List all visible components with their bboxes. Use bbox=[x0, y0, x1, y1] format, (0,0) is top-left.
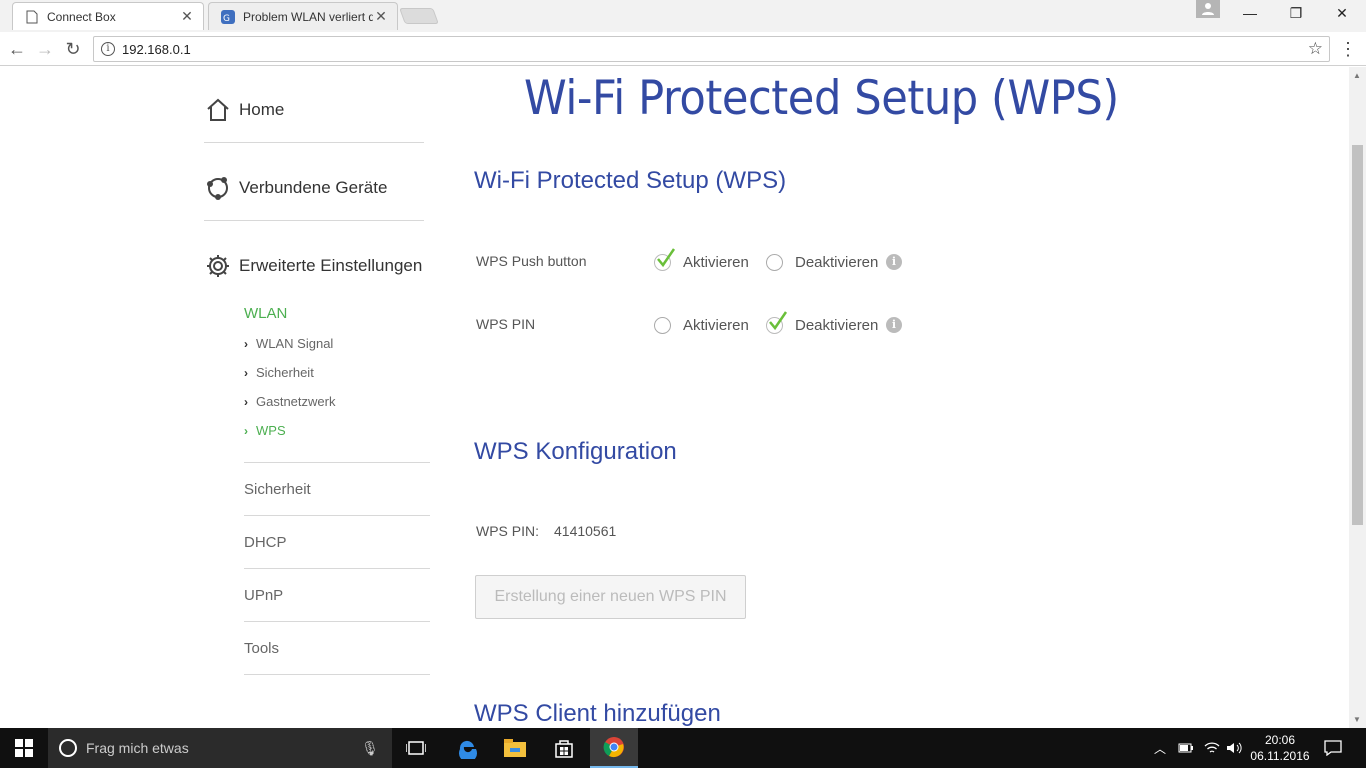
microphone-icon[interactable]: 🎙 bbox=[360, 740, 380, 757]
minimize-icon[interactable]: — bbox=[1236, 0, 1264, 26]
sidebar-item-home[interactable]: Home bbox=[204, 77, 424, 143]
clock-time: 20:06 bbox=[1264, 733, 1296, 747]
sidebar-subitem-wlan-signal[interactable]: › WLAN Signal bbox=[244, 336, 333, 351]
pin-activate-option[interactable]: Aktivieren bbox=[654, 317, 749, 334]
sidebar-item-label: Erweiterte Einstellungen bbox=[239, 256, 423, 275]
wps-pin-value: 41410561 bbox=[554, 523, 617, 539]
edge-browser-icon[interactable] bbox=[443, 728, 491, 768]
info-icon[interactable]: i bbox=[886, 254, 902, 270]
sidebar-item-tools[interactable]: Tools bbox=[244, 621, 430, 674]
notification-icon[interactable] bbox=[1324, 728, 1342, 768]
option-label: Aktivieren bbox=[683, 317, 749, 334]
radio-pin-deactivate[interactable] bbox=[766, 311, 788, 334]
scroll-down-icon[interactable]: ▼ bbox=[1353, 715, 1361, 724]
wps-pin-label: WPS PIN: bbox=[476, 523, 540, 539]
sidebar-item-upnp[interactable]: UPnP bbox=[244, 568, 430, 621]
radio-pin-activate[interactable] bbox=[654, 317, 671, 334]
reload-icon[interactable]: ↻ bbox=[62, 38, 84, 60]
scroll-up-icon[interactable]: ▲ bbox=[1353, 71, 1361, 80]
gear-icon bbox=[204, 252, 232, 280]
sidebar-item-devices[interactable]: Verbundene Geräte bbox=[204, 155, 424, 221]
sidebar-subitem-label: Sicherheit bbox=[256, 365, 314, 380]
pin-deactivate-option[interactable]: Deaktivieren bbox=[766, 311, 879, 334]
address-bar[interactable]: i 192.168.0.1 ☆ bbox=[93, 36, 1330, 62]
new-wps-pin-button[interactable]: Erstellung einer neuen WPS PIN bbox=[475, 575, 746, 619]
chrome-icon[interactable] bbox=[590, 728, 638, 768]
devices-icon bbox=[204, 174, 232, 202]
section-title-wps: Wi-Fi Protected Setup (WPS) bbox=[474, 167, 787, 194]
page-icon bbox=[25, 10, 39, 24]
system-clock[interactable]: 20:06 06.11.2016 bbox=[1240, 732, 1320, 764]
sidebar-subitem-label: WPS bbox=[256, 423, 286, 438]
sidebar-subitem-wps[interactable]: › WPS bbox=[244, 423, 286, 438]
option-label: Aktivieren bbox=[683, 254, 749, 271]
page-content: Wi-Fi Protected Setup (WPS) Home Verbund… bbox=[0, 67, 1349, 728]
close-icon[interactable]: ✕ bbox=[179, 8, 195, 25]
option-label: Deaktivieren bbox=[795, 254, 879, 271]
sidebar-divider bbox=[244, 674, 430, 675]
clock-date: 06.11.2016 bbox=[1250, 749, 1310, 763]
taskbar-search[interactable]: Frag mich etwas 🎙 bbox=[48, 728, 392, 768]
chevron-right-icon: › bbox=[244, 394, 248, 409]
push-deactivate-option[interactable]: Deaktivieren bbox=[766, 254, 878, 271]
sidebar-item-label: Verbundene Geräte bbox=[239, 177, 388, 197]
tab-connect-box[interactable]: Connect Box ✕ bbox=[12, 2, 204, 30]
sidebar-subitem-label: Gastnetzwerk bbox=[256, 394, 336, 409]
windows-taskbar: Frag mich etwas 🎙 ︿ 20:06 06.11.2016 bbox=[0, 728, 1366, 768]
file-explorer-icon[interactable] bbox=[491, 728, 539, 768]
sidebar-item-security[interactable]: Sicherheit bbox=[244, 462, 430, 515]
task-view-icon[interactable] bbox=[392, 728, 440, 768]
sidebar-item-label: Home bbox=[239, 99, 285, 119]
tab-problem-wlan[interactable]: G Problem WLAN verliert d ✕ bbox=[208, 2, 398, 30]
close-icon[interactable]: ✕ bbox=[373, 8, 389, 25]
forum-favicon-icon: G bbox=[221, 9, 235, 24]
windows-start-icon[interactable] bbox=[0, 728, 48, 768]
tray-chevron-up-icon[interactable]: ︿ bbox=[1154, 728, 1166, 768]
back-arrow-icon[interactable]: ← bbox=[6, 38, 28, 60]
menu-icon[interactable]: ⋮ bbox=[1339, 38, 1357, 60]
battery-icon[interactable] bbox=[1178, 728, 1194, 768]
sidebar-subitem-label: WLAN Signal bbox=[256, 336, 334, 351]
wps-push-button-label: WPS Push button bbox=[476, 253, 587, 269]
section-title-wps-client: WPS Client hinzufügen bbox=[474, 700, 721, 727]
profile-icon[interactable] bbox=[1196, 0, 1220, 18]
window-close-icon[interactable]: ✕ bbox=[1328, 0, 1356, 26]
browser-tab-bar: Connect Box ✕ G Problem WLAN verliert d … bbox=[0, 0, 1366, 32]
info-icon[interactable]: i bbox=[886, 317, 902, 333]
radio-push-deactivate[interactable] bbox=[766, 254, 783, 271]
section-title-wps-config: WPS Konfiguration bbox=[474, 438, 677, 465]
svg-text:G: G bbox=[223, 14, 230, 24]
search-placeholder: Frag mich etwas bbox=[86, 740, 189, 756]
forward-arrow-icon[interactable]: → bbox=[34, 38, 56, 60]
scrollbar-thumb[interactable] bbox=[1352, 145, 1363, 525]
home-icon bbox=[204, 96, 232, 124]
chevron-right-icon: › bbox=[244, 365, 248, 380]
radio-push-activate[interactable] bbox=[654, 248, 676, 271]
browser-toolbar: ← → ↻ i 192.168.0.1 ☆ ⋮ bbox=[0, 32, 1366, 66]
chevron-right-icon: › bbox=[244, 423, 248, 438]
check-icon bbox=[657, 248, 676, 268]
push-activate-option[interactable]: Aktivieren bbox=[654, 248, 749, 271]
store-icon[interactable] bbox=[540, 728, 588, 768]
restore-icon[interactable]: ❐ bbox=[1282, 0, 1310, 26]
sidebar-subitem-security[interactable]: › Sicherheit bbox=[244, 365, 314, 380]
tab-title: Problem WLAN verliert d bbox=[243, 9, 373, 24]
option-label: Deaktivieren bbox=[795, 317, 879, 334]
page-scrollbar[interactable]: ▲ ▼ bbox=[1349, 67, 1366, 728]
tab-title: Connect Box bbox=[47, 9, 116, 24]
new-tab-button[interactable] bbox=[399, 8, 439, 24]
chevron-right-icon: › bbox=[244, 336, 248, 351]
star-icon[interactable]: ☆ bbox=[1308, 39, 1323, 59]
page-title: Wi-Fi Protected Setup (WPS) bbox=[524, 71, 1119, 126]
wifi-icon[interactable] bbox=[1204, 728, 1220, 768]
info-icon[interactable]: i bbox=[101, 42, 115, 56]
sidebar-item-dhcp[interactable]: DHCP bbox=[244, 515, 430, 568]
sidebar-item-wlan[interactable]: WLAN bbox=[244, 305, 287, 322]
sidebar-subitem-guest-network[interactable]: › Gastnetzwerk bbox=[244, 394, 335, 409]
wps-pin-row-label: WPS PIN bbox=[476, 316, 536, 332]
check-icon bbox=[769, 311, 788, 331]
cortana-icon bbox=[59, 739, 77, 757]
sidebar-item-advanced-settings[interactable]: Erweiterte Einstellungen bbox=[204, 233, 424, 299]
url-text: 192.168.0.1 bbox=[122, 42, 191, 57]
